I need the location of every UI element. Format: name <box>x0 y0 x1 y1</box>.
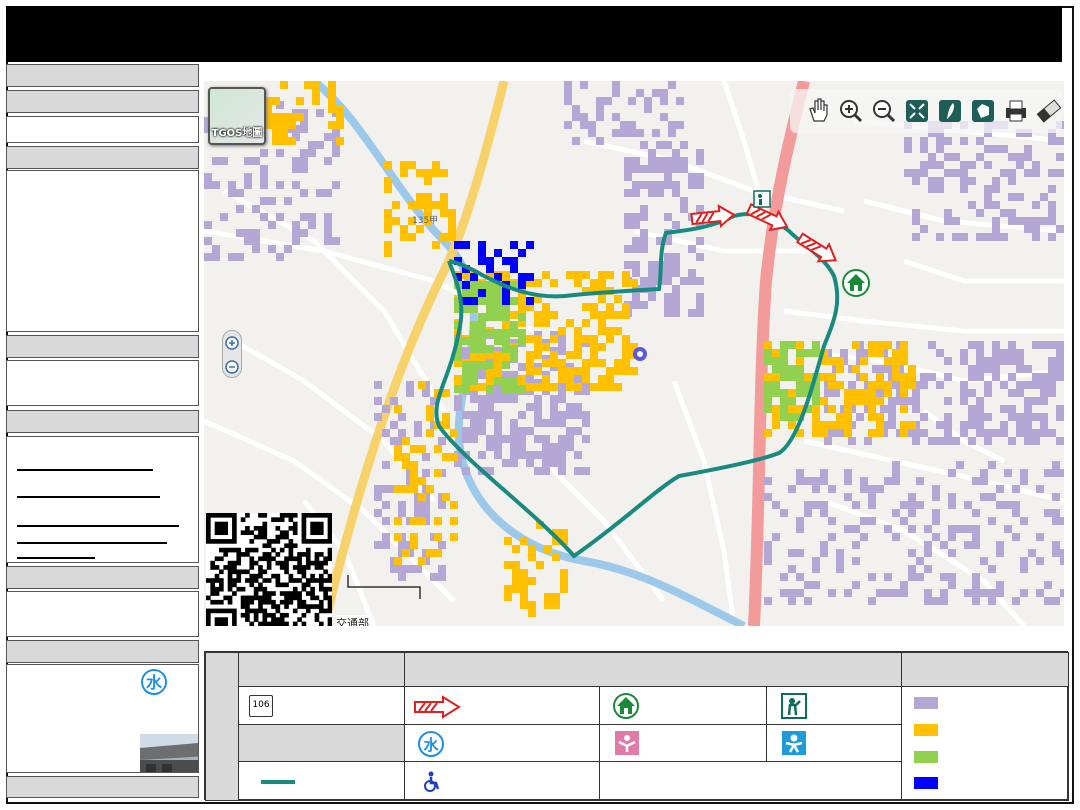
route-sign-icon: 106 <box>249 695 273 717</box>
police-icon <box>781 693 807 719</box>
legend-header-2 <box>404 652 902 687</box>
legend-cell-route-line <box>238 761 405 801</box>
print-icon[interactable] <box>1006 100 1026 122</box>
zoom-plus-icon[interactable] <box>225 336 239 350</box>
legend-cell-water: 水 <box>404 724 600 762</box>
water-icon: 水 <box>418 731 444 757</box>
pan-hand-icon[interactable] <box>809 98 828 122</box>
legend-flood-levels <box>901 686 1069 801</box>
sidebar-link-4[interactable] <box>17 542 167 544</box>
shelter-marker-icon[interactable] <box>842 269 870 297</box>
sidebar-header-2 <box>6 90 199 113</box>
legend-header-3 <box>901 652 1069 687</box>
direction-arrow-icon <box>414 695 461 719</box>
sidebar-link-1[interactable] <box>17 469 153 471</box>
zoom-minus-icon[interactable] <box>225 360 239 374</box>
zoom-out-icon[interactable] <box>873 100 896 123</box>
taiwan-icon[interactable] <box>939 100 961 122</box>
shelter-photo <box>140 734 198 772</box>
sidebar-box-5: 水 <box>6 664 199 773</box>
sidebar-box-2 <box>6 170 199 332</box>
sidebar-links-box <box>6 436 199 563</box>
svg-text:水: 水 <box>423 736 439 754</box>
legend-cell-route-sign: 106 <box>238 686 405 725</box>
scale-bar <box>347 575 421 599</box>
sidebar-box-1 <box>6 116 199 143</box>
sidebar-header-1 <box>6 64 199 87</box>
water-station-icon: 水 <box>141 669 167 695</box>
flood-level-4-swatch <box>914 777 938 789</box>
sidebar: 水 <box>6 64 199 798</box>
sidebar-link-2[interactable] <box>17 496 160 498</box>
flood-level-3-swatch <box>914 751 938 763</box>
map-view[interactable]: 135甲 TGOS地圖 交通部 <box>204 81 1064 626</box>
sidebar-link-3[interactable] <box>17 525 179 527</box>
zoom-in-icon[interactable] <box>840 100 863 123</box>
sidebar-link-5[interactable] <box>17 557 95 559</box>
sidebar-box-4 <box>6 591 199 637</box>
legend-cell-direction <box>404 686 600 725</box>
sidebar-footer <box>6 776 199 798</box>
legend-header-1 <box>238 652 405 687</box>
legend-cell-grey <box>238 724 405 762</box>
shelter-icon <box>613 693 639 719</box>
legend-cell-empty <box>599 761 902 801</box>
map-canvas[interactable]: 135甲 <box>204 81 1064 626</box>
route-line-swatch <box>261 780 295 784</box>
zoom-control-icons <box>225 336 239 374</box>
sidebar-header-4 <box>6 335 199 358</box>
polygon-icon[interactable] <box>972 100 994 122</box>
accessible-toilet-icon <box>419 770 443 794</box>
police-station-icon <box>753 190 771 208</box>
legend-cell-shelter <box>599 686 767 725</box>
legend-cell-police <box>766 686 902 725</box>
tgos-badge-label: TGOS地圖 <box>211 128 263 139</box>
title-bar <box>6 6 1062 62</box>
qr-code <box>206 513 332 626</box>
legend-panel: 106 水 <box>204 651 1069 801</box>
full-extent-icon[interactable] <box>906 100 928 122</box>
eraser-icon[interactable] <box>1036 99 1062 123</box>
legend-side-header <box>205 652 239 801</box>
location-marker-icon <box>633 347 647 361</box>
map-toolbar-icons <box>809 98 1062 123</box>
sidebar-header-5 <box>6 410 199 433</box>
nursery-icon <box>782 731 806 755</box>
tgos-map-button[interactable]: TGOS地圖 <box>208 87 266 145</box>
svg-text:水: 水 <box>146 673 163 692</box>
medical-aid-icon <box>615 731 639 755</box>
sidebar-header-6 <box>6 566 199 589</box>
map-credit: 交通部 <box>336 615 369 626</box>
sidebar-box-3 <box>6 360 199 406</box>
sidebar-header-7 <box>6 640 199 663</box>
flood-level-1-swatch <box>914 697 938 709</box>
legend-cell-nursery <box>766 724 902 762</box>
sidebar-header-3 <box>6 146 199 169</box>
zoom-control <box>222 330 242 378</box>
legend-cell-medical <box>599 724 767 762</box>
legend-cell-accessible <box>404 761 600 801</box>
road-shield-label: 135甲 <box>412 215 438 226</box>
flood-level-2-swatch <box>914 724 938 736</box>
